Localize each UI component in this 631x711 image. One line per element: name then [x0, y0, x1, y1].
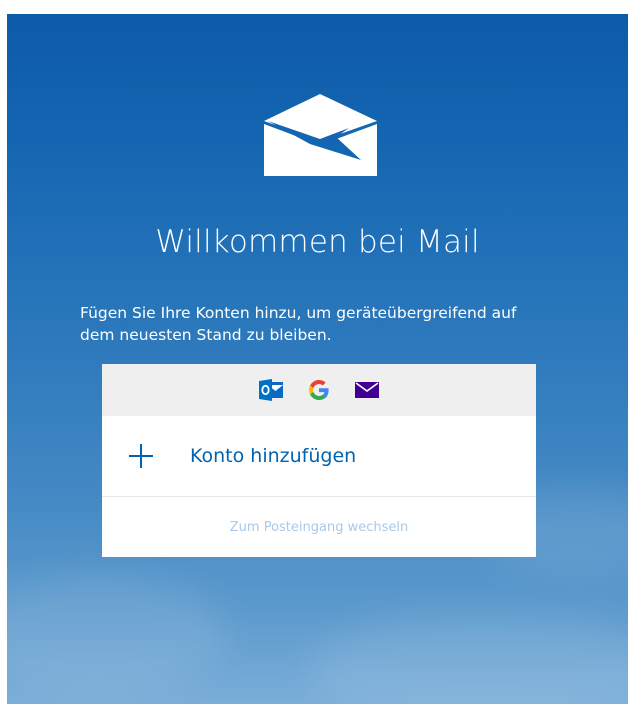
- add-account-label: Konto hinzufügen: [190, 445, 357, 467]
- plus-icon: [129, 444, 153, 468]
- welcome-screen: Willkommen bei Mail Fügen Sie Ihre Konte…: [7, 14, 628, 704]
- outlook-icon: [259, 379, 283, 401]
- welcome-description-line: dem neuesten Stand zu bleiben.: [80, 326, 332, 344]
- go-to-inbox-link[interactable]: Zum Posteingang wechseln: [102, 497, 536, 557]
- yahoo-mail-icon: [355, 379, 379, 401]
- google-icon: [307, 379, 331, 401]
- account-card: Konto hinzufügen Zum Posteingang wechsel…: [102, 364, 536, 557]
- mail-app-icon: [264, 94, 377, 176]
- background-cloud: [7, 574, 227, 694]
- add-account-button[interactable]: Konto hinzufügen: [102, 416, 536, 497]
- welcome-description: Fügen Sie Ihre Konten hinzu, um geräteüb…: [80, 302, 600, 346]
- welcome-description-line: Fügen Sie Ihre Konten hinzu, um geräteüb…: [80, 304, 517, 322]
- provider-icon-bar: [102, 364, 536, 416]
- background-cloud: [307, 614, 628, 704]
- page-title: Willkommen bei Mail: [155, 224, 480, 260]
